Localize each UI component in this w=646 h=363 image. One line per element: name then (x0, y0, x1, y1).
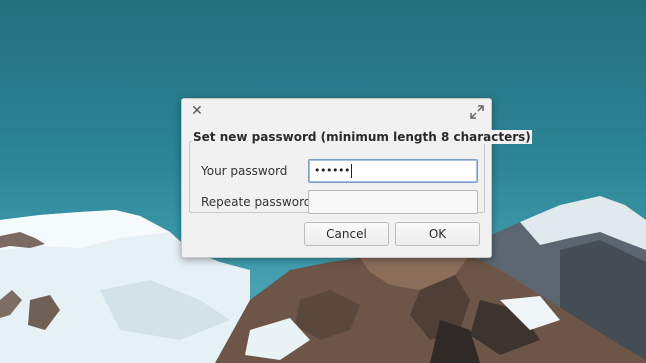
dialog-titlebar: ✕ (182, 99, 491, 125)
desktop-wallpaper: ✕ Set new password (minimum length 8 cha… (0, 0, 646, 363)
your-password-field[interactable]: •••••• (308, 159, 478, 183)
close-icon[interactable]: ✕ (190, 104, 204, 118)
maximize-icon[interactable] (470, 104, 484, 119)
text-caret (350, 164, 352, 178)
ok-button[interactable]: OK (395, 222, 480, 246)
repeat-password-label: Repeate password (201, 195, 312, 209)
your-password-label: Your password (201, 164, 288, 178)
cancel-button[interactable]: Cancel (304, 222, 389, 246)
set-password-dialog: ✕ Set new password (minimum length 8 cha… (181, 98, 532, 258)
repeat-password-field[interactable] (308, 190, 478, 214)
your-password-value: •••••• (314, 164, 350, 177)
group-title: Set new password (minimum length 8 chara… (192, 130, 532, 144)
